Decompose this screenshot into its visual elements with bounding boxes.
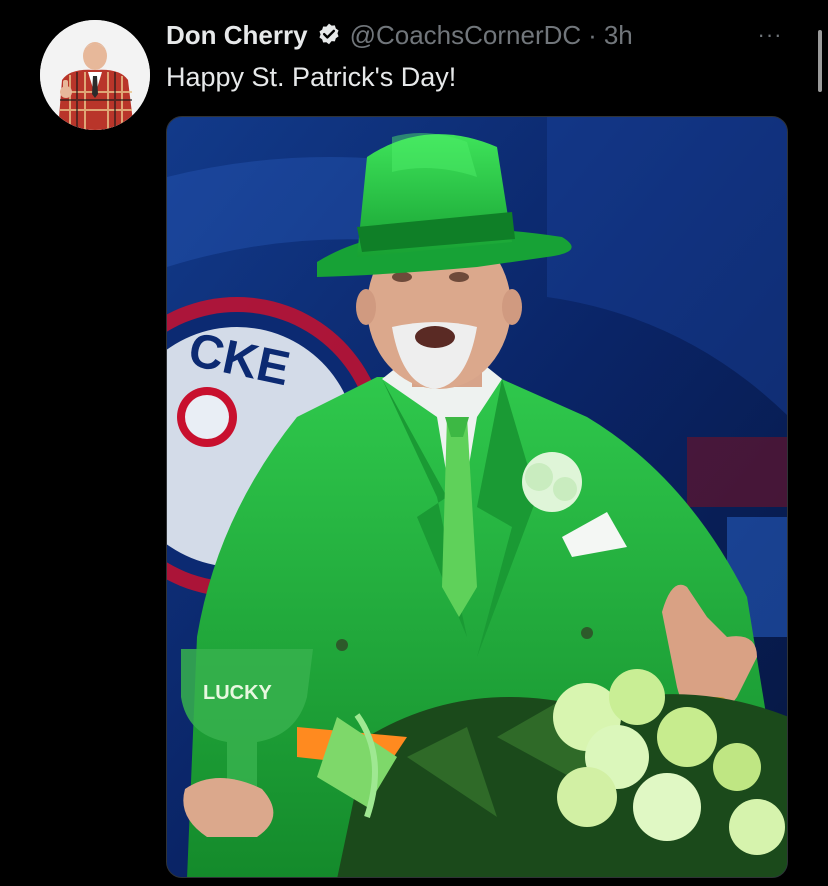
author-name[interactable]: Don Cherry bbox=[166, 20, 308, 51]
scrollbar[interactable] bbox=[818, 30, 822, 92]
author-avatar[interactable] bbox=[40, 20, 150, 130]
verified-badge-icon bbox=[316, 22, 342, 48]
tweet-header: Don Cherry @CoachsCornerDC · 3h bbox=[166, 18, 633, 52]
avatar-image bbox=[40, 20, 150, 130]
tweet-text: Happy St. Patrick's Day! bbox=[166, 62, 457, 92]
separator-dot: · bbox=[588, 19, 597, 50]
more-horizontal-icon[interactable]: ··· bbox=[752, 22, 788, 48]
tweet-timestamp[interactable]: 3h bbox=[604, 20, 633, 51]
glass-text: LUCKY bbox=[203, 682, 273, 704]
author-handle[interactable]: @CoachsCornerDC bbox=[350, 20, 582, 51]
tweet-media[interactable]: CKE LUCKY bbox=[166, 116, 788, 878]
photo-don-cherry: CKE LUCKY bbox=[167, 117, 787, 877]
